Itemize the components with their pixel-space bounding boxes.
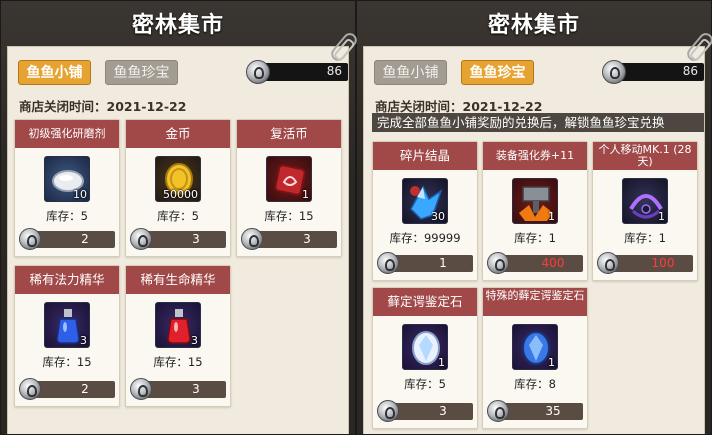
- silver-coin-icon: [241, 228, 263, 250]
- item-name: 复活币: [237, 120, 341, 148]
- item-stock: 库存：5: [46, 209, 88, 223]
- shop-item-card[interactable]: 藓定谔鉴定石 1 库存：5 3: [372, 287, 478, 429]
- item-stock: 库存：5: [157, 209, 199, 223]
- red-potion-icon: 3: [155, 302, 201, 348]
- shop-close-time: 商店关闭时间：2021-12-22: [19, 99, 187, 114]
- currency-balance: 86: [602, 60, 704, 84]
- silver-coin-icon: [487, 252, 509, 274]
- whetstone-icon: 10: [44, 156, 90, 202]
- buy-price-button[interactable]: 3: [241, 228, 337, 250]
- appraisal-stone-icon: 1: [402, 324, 448, 370]
- item-quantity: 1: [548, 210, 555, 223]
- shop-panel-right: 密林集市 鱼鱼小铺 鱼鱼珍宝 86 商店关闭时间：2021-12-22 完成全部…: [356, 0, 712, 435]
- shop-item-card[interactable]: 个人移动MK.1 (28天) 1 库存：1 100: [592, 141, 698, 281]
- buy-price-button[interactable]: 3: [130, 228, 226, 250]
- item-stock: 库存：15: [264, 209, 314, 223]
- silver-coin-icon: [377, 252, 399, 274]
- item-quantity: 3: [80, 334, 87, 347]
- mobility-device-icon: 1: [622, 178, 668, 224]
- price-value: 1: [439, 256, 447, 270]
- buy-price-button[interactable]: 2: [19, 378, 115, 400]
- buy-price-button[interactable]: 35: [487, 400, 583, 422]
- item-name: 稀有法力精华: [15, 266, 119, 294]
- silver-coin-icon: [130, 378, 152, 400]
- item-stock: 库存：8: [514, 377, 556, 391]
- item-quantity: 10: [73, 188, 87, 201]
- shop-title: 密林集市: [131, 13, 224, 38]
- tab-fish-treasure[interactable]: 鱼鱼珍宝: [461, 60, 534, 85]
- buy-price-button[interactable]: 1: [377, 252, 473, 274]
- shop-item-card[interactable]: 复活币 1 库存：15 3: [236, 119, 342, 257]
- revive-coin-icon: 1: [266, 156, 312, 202]
- price-value: 100: [651, 256, 675, 270]
- price-value: 2: [81, 382, 89, 396]
- buy-price-button[interactable]: 3: [377, 400, 473, 422]
- unlock-notice: 完成全部鱼鱼小铺奖励的兑换后，解锁鱼鱼珍宝兑换: [372, 113, 704, 132]
- shop-item-card[interactable]: 特殊的藓定谔鉴定石 1 库存：8 35: [482, 287, 588, 429]
- silver-coin-icon: [19, 228, 41, 250]
- item-quantity: 30: [431, 210, 445, 223]
- enhance-ticket-icon: 1: [512, 178, 558, 224]
- buy-price-button[interactable]: 3: [130, 378, 226, 400]
- item-stock: 库存：1: [624, 231, 666, 245]
- blue-potion-icon: 3: [44, 302, 90, 348]
- silver-coin-icon: [597, 252, 619, 274]
- silver-coin-icon: [377, 400, 399, 422]
- item-name: 稀有生命精华: [126, 266, 230, 294]
- buy-price-button[interactable]: 100: [597, 252, 693, 274]
- item-stock: 库存：15: [42, 355, 92, 369]
- item-name: 初级强化研磨剂: [15, 120, 119, 148]
- shop-paper: 鱼鱼小铺 鱼鱼珍宝 86 商店关闭时间：2021-12-22 初级强化研磨剂 1…: [7, 46, 349, 434]
- balance-value: 86: [682, 64, 698, 78]
- price-value: 400: [541, 256, 565, 270]
- item-name: 金币: [126, 120, 230, 148]
- shop-item-card[interactable]: 稀有生命精华 3 库存：15 3: [125, 265, 231, 407]
- silver-coin-icon: [246, 60, 270, 84]
- gold-coin-icon: 50000: [155, 156, 201, 202]
- buy-price-button[interactable]: 2: [19, 228, 115, 250]
- item-stock: 库存：15: [153, 355, 203, 369]
- item-quantity: 1: [438, 356, 445, 369]
- price-value: 3: [192, 232, 200, 246]
- item-name: 碎片结晶: [373, 142, 477, 170]
- shop-item-card[interactable]: 装备强化券+11 1 库存：1 400: [482, 141, 588, 281]
- item-quantity: 1: [548, 356, 555, 369]
- item-name: 装备强化券+11: [483, 142, 587, 170]
- buy-price-button[interactable]: 400: [487, 252, 583, 274]
- item-stock: 库存：5: [404, 377, 446, 391]
- item-stock: 库存：1: [514, 231, 556, 245]
- crystal-shard-icon: 30: [402, 178, 448, 224]
- special-appraisal-stone-icon: 1: [512, 324, 558, 370]
- price-value: 2: [81, 232, 89, 246]
- price-value: 3: [303, 232, 311, 246]
- item-name: 特殊的藓定谔鉴定石: [483, 288, 587, 316]
- item-name: 个人移动MK.1 (28天): [593, 142, 697, 170]
- tab-fish-shop[interactable]: 鱼鱼小铺: [374, 60, 447, 85]
- price-value: 3: [439, 404, 447, 418]
- item-name: 藓定谔鉴定石: [373, 288, 477, 316]
- tab-fish-shop[interactable]: 鱼鱼小铺: [18, 60, 91, 85]
- item-quantity: 3: [191, 334, 198, 347]
- balance-value: 86: [326, 64, 342, 78]
- item-quantity: 1: [658, 210, 665, 223]
- silver-coin-icon: [602, 60, 626, 84]
- currency-balance: 86: [246, 60, 348, 84]
- item-quantity: 1: [302, 188, 309, 201]
- silver-coin-icon: [19, 378, 41, 400]
- silver-coin-icon: [130, 228, 152, 250]
- shop-item-card[interactable]: 稀有法力精华 3 库存：15 2: [14, 265, 120, 407]
- silver-coin-icon: [487, 400, 509, 422]
- price-value: 3: [192, 382, 200, 396]
- shop-title: 密林集市: [487, 13, 580, 38]
- price-value: 35: [545, 404, 561, 418]
- item-quantity: 50000: [163, 188, 198, 201]
- tab-fish-treasure[interactable]: 鱼鱼珍宝: [105, 60, 178, 85]
- shop-paper: 鱼鱼小铺 鱼鱼珍宝 86 商店关闭时间：2021-12-22 完成全部鱼鱼小铺奖…: [363, 46, 705, 434]
- shop-item-card[interactable]: 金币 50000 库存：5 3: [125, 119, 231, 257]
- shop-item-card[interactable]: 初级强化研磨剂 10 库存：5 2: [14, 119, 120, 257]
- shop-panel-left: 密林集市 鱼鱼小铺 鱼鱼珍宝 86 商店关闭时间：2021-12-22 初级强化…: [0, 0, 360, 435]
- shop-item-card[interactable]: 碎片结晶 30 库存：99999 1: [372, 141, 478, 281]
- item-stock: 库存：99999: [389, 231, 461, 245]
